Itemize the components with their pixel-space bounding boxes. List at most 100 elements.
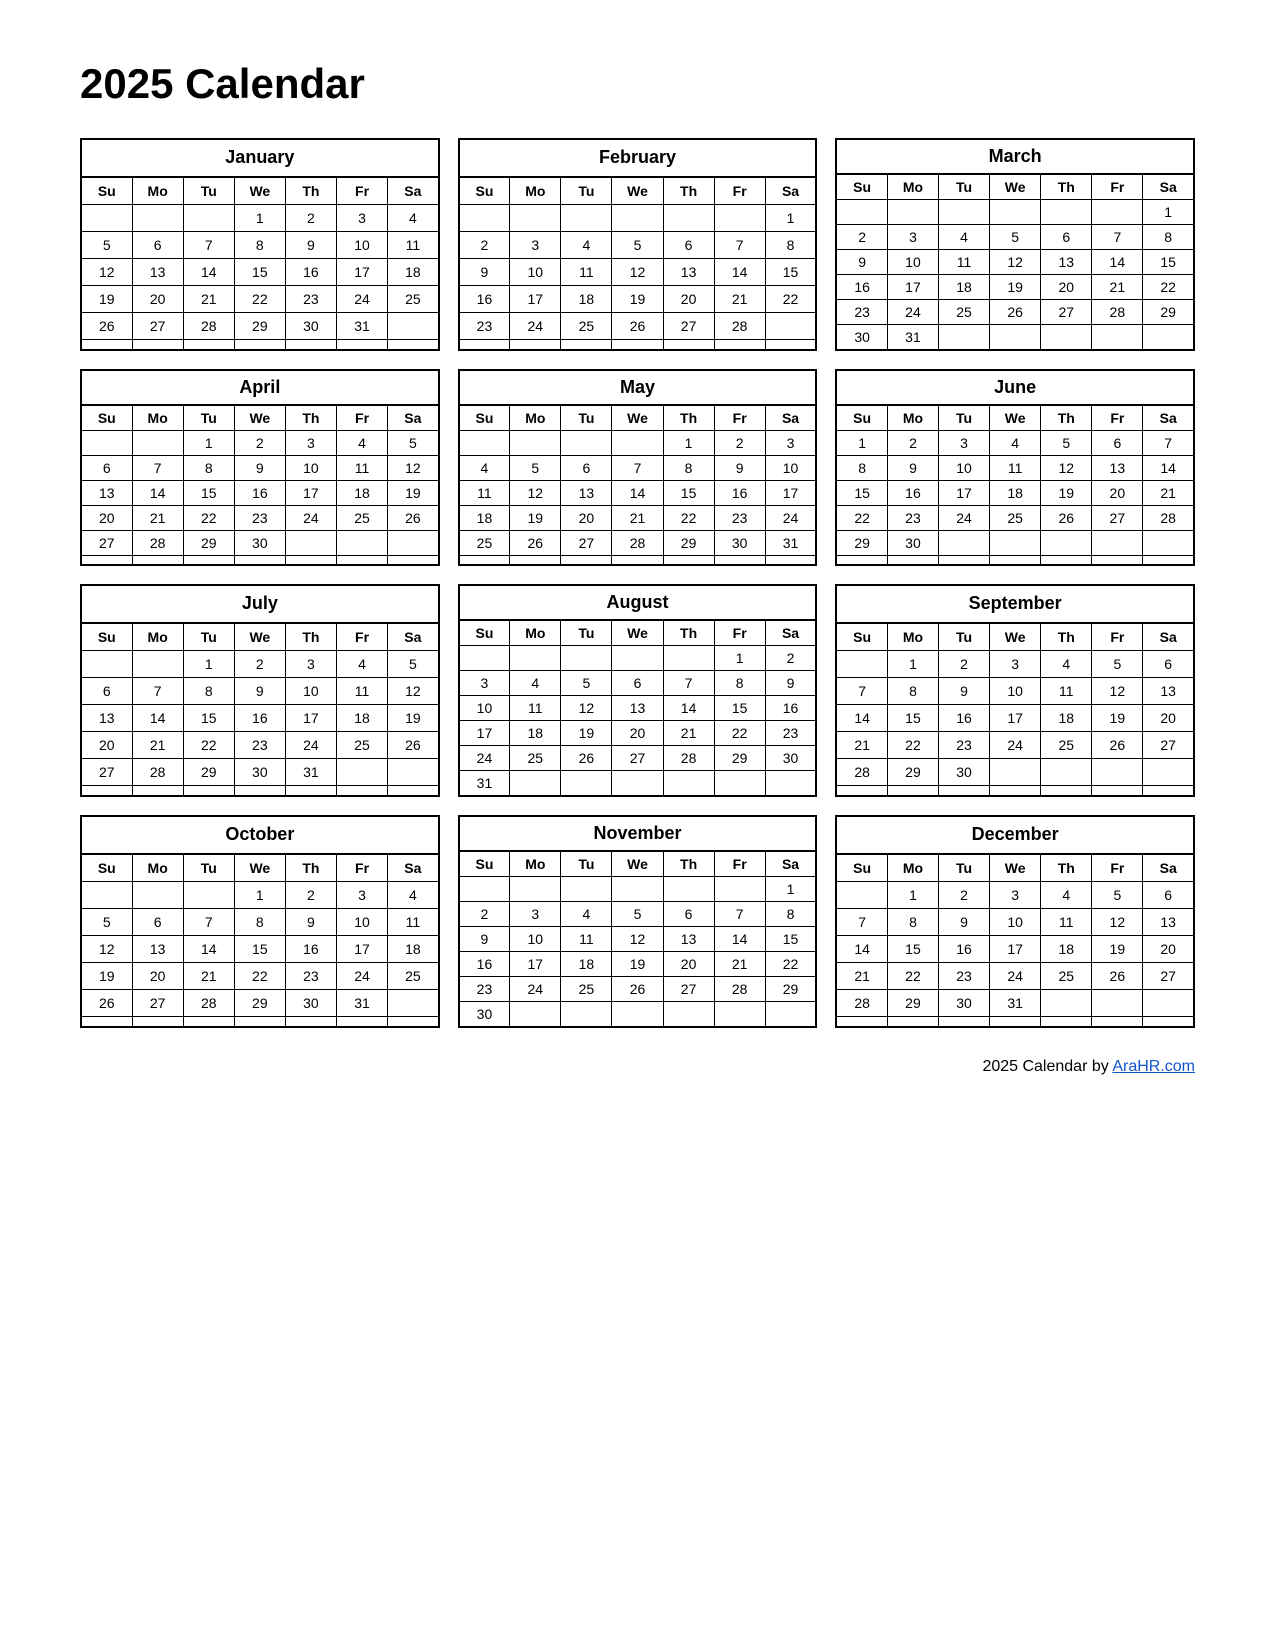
- day-header-th: Th: [285, 854, 336, 882]
- calendar-day: 19: [388, 481, 439, 506]
- calendar-day: 20: [663, 952, 714, 977]
- calendar-day: [285, 340, 336, 350]
- calendar-day: [714, 877, 765, 902]
- calendar-day: 16: [714, 481, 765, 506]
- calendar-day: 8: [836, 456, 887, 481]
- calendar-day: 12: [81, 936, 132, 963]
- calendar-day: [1092, 759, 1143, 786]
- calendar-day: 26: [81, 313, 132, 340]
- calendar-day: 2: [836, 225, 887, 250]
- day-header-sa: Sa: [765, 851, 816, 877]
- calendar-day: 25: [336, 732, 387, 759]
- calendar-day: 28: [714, 313, 765, 340]
- calendar-day: 7: [183, 908, 234, 935]
- calendar-day: 23: [939, 963, 990, 990]
- month-calendar-july: JulySuMoTuWeThFrSa1234567891011121314151…: [80, 584, 440, 797]
- calendar-day: 1: [663, 431, 714, 456]
- calendar-day: 21: [1092, 275, 1143, 300]
- calendar-day: 27: [81, 759, 132, 786]
- calendar-day: 31: [765, 531, 816, 556]
- day-header-th: Th: [1041, 405, 1092, 431]
- calendar-day: 31: [459, 771, 510, 797]
- calendar-day: 11: [336, 677, 387, 704]
- footer: 2025 Calendar by AraHR.com: [80, 1058, 1195, 1076]
- day-header-su: Su: [459, 405, 510, 431]
- calendar-day: 19: [81, 963, 132, 990]
- calendar-day: 24: [990, 963, 1041, 990]
- calendar-day: 19: [81, 286, 132, 313]
- calendar-day: 30: [765, 746, 816, 771]
- calendar-day: 3: [285, 650, 336, 677]
- calendar-day: 7: [714, 902, 765, 927]
- calendar-day: [836, 556, 887, 566]
- calendar-day: 27: [1143, 732, 1194, 759]
- calendar-day: 5: [561, 671, 612, 696]
- calendar-day: 6: [1143, 650, 1194, 677]
- calendar-day: 13: [663, 259, 714, 286]
- month-title-june: June: [836, 370, 1194, 405]
- calendar-day: [836, 650, 887, 677]
- calendar-day: 8: [887, 908, 938, 935]
- footer-link[interactable]: AraHR.com: [1112, 1058, 1195, 1075]
- calendar-day: 9: [285, 908, 336, 935]
- day-header-sa: Sa: [1143, 623, 1194, 651]
- calendar-day: [81, 650, 132, 677]
- calendar-day: 13: [612, 696, 663, 721]
- calendar-day: 25: [388, 963, 439, 990]
- calendar-day: [561, 431, 612, 456]
- day-header-fr: Fr: [336, 623, 387, 651]
- calendar-day: 26: [612, 977, 663, 1002]
- calendar-day: 22: [183, 732, 234, 759]
- calendar-day: [510, 1002, 561, 1028]
- day-header-mo: Mo: [132, 177, 183, 205]
- day-header-sa: Sa: [388, 177, 439, 205]
- calendar-day: 3: [990, 881, 1041, 908]
- calendar-day: [612, 556, 663, 566]
- calendar-day: [459, 877, 510, 902]
- calendar-day: 4: [990, 431, 1041, 456]
- calendar-day: [1092, 531, 1143, 556]
- calendar-day: [81, 786, 132, 796]
- calendar-day: [81, 340, 132, 350]
- calendar-day: 19: [561, 721, 612, 746]
- calendar-day: 10: [765, 456, 816, 481]
- calendar-day: 15: [714, 696, 765, 721]
- calendar-day: [887, 200, 938, 225]
- calendar-day: 10: [336, 231, 387, 258]
- calendar-day: [939, 200, 990, 225]
- calendar-day: 9: [887, 456, 938, 481]
- day-header-mo: Mo: [887, 854, 938, 882]
- calendar-day: 20: [1041, 275, 1092, 300]
- calendar-day: 23: [836, 300, 887, 325]
- calendar-day: 3: [990, 650, 1041, 677]
- day-header-tu: Tu: [939, 854, 990, 882]
- calendar-day: 7: [183, 231, 234, 258]
- calendar-day: 17: [887, 275, 938, 300]
- calendar-day: 11: [939, 250, 990, 275]
- calendar-day: [612, 771, 663, 797]
- calendar-day: 15: [836, 481, 887, 506]
- calendar-day: 8: [183, 456, 234, 481]
- day-header-su: Su: [81, 623, 132, 651]
- calendar-day: [388, 340, 439, 350]
- calendar-day: 12: [612, 927, 663, 952]
- calendar-day: 28: [183, 990, 234, 1017]
- calendar-day: 10: [336, 908, 387, 935]
- calendar-day: 27: [1041, 300, 1092, 325]
- calendar-day: [459, 646, 510, 671]
- calendar-day: 19: [388, 705, 439, 732]
- calendar-day: 22: [887, 963, 938, 990]
- calendar-day: 16: [765, 696, 816, 721]
- calendar-day: 25: [1041, 732, 1092, 759]
- calendar-day: 18: [336, 705, 387, 732]
- calendar-day: 25: [561, 977, 612, 1002]
- day-header-fr: Fr: [714, 620, 765, 646]
- month-calendar-september: SeptemberSuMoTuWeThFrSa12345678910111213…: [835, 584, 1195, 797]
- calendar-day: 22: [887, 732, 938, 759]
- calendar-day: 15: [765, 927, 816, 952]
- calendar-day: 5: [388, 431, 439, 456]
- calendar-day: 12: [1092, 677, 1143, 704]
- calendar-day: 11: [561, 259, 612, 286]
- calendar-day: [714, 771, 765, 797]
- day-header-th: Th: [285, 177, 336, 205]
